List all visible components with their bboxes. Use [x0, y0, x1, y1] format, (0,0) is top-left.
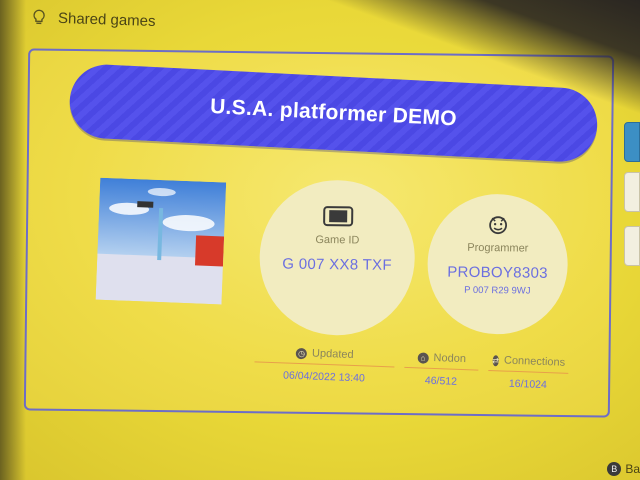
console-icon [322, 206, 353, 227]
stat-connections: ⇄ Connections 16/1024 [488, 353, 569, 392]
stat-nodon: ⌂ Nodon 46/512 [404, 350, 479, 389]
screen: Shared games U.S.A. platformer DEMO Game… [0, 0, 640, 480]
nodon-label: Nodon [433, 351, 467, 366]
connections-icon: ⇄ [492, 354, 500, 366]
clock-icon: ◷ [295, 347, 308, 359]
nodon-value: 46/512 [424, 374, 458, 388]
programmer-label: Programmer [467, 241, 529, 255]
programmer-id: P 007 R29 9WJ [464, 284, 531, 297]
stat-updated: ◷ Updated 06/04/2022 13:40 [254, 345, 396, 385]
game-stats: ◷ Updated 06/04/2022 13:40 ⌂ Nodon 46/51… [254, 345, 569, 391]
header: Shared games [30, 2, 156, 36]
side-menu-button-2[interactable] [624, 172, 640, 212]
programmer-name: PROBOY8303 [447, 263, 548, 282]
game-card[interactable]: U.S.A. platformer DEMO Game ID G 007 XX8… [23, 48, 615, 418]
side-menu-button-1[interactable] [624, 122, 640, 162]
updated-label: Updated [311, 347, 354, 362]
back-label: Ba [625, 462, 640, 476]
b-button-icon: B [607, 462, 622, 476]
game-title: U.S.A. platformer DEMO [209, 94, 458, 131]
connections-value: 16/1024 [508, 377, 548, 392]
game-id-value: G 007 XX8 TXF [282, 255, 392, 274]
game-thumbnail [95, 177, 227, 305]
connections-label: Connections [503, 354, 566, 369]
game-id-label: Game ID [315, 233, 360, 247]
back-hint[interactable]: B Ba [607, 462, 640, 476]
game-title-banner: U.S.A. platformer DEMO [67, 62, 599, 164]
screen-edge [0, 0, 26, 480]
updated-value: 06/04/2022 13:40 [282, 369, 366, 385]
game-id-panel: Game ID G 007 XX8 TXF [258, 179, 416, 337]
page-title: Shared games [57, 9, 156, 30]
programmer-face-icon [489, 216, 508, 235]
lightbulb-icon [33, 9, 45, 25]
side-menu-button-3[interactable] [624, 226, 640, 266]
nodon-icon: ⌂ [417, 351, 429, 364]
programmer-panel[interactable]: Programmer PROBOY8303 P 007 R29 9WJ [426, 193, 569, 336]
